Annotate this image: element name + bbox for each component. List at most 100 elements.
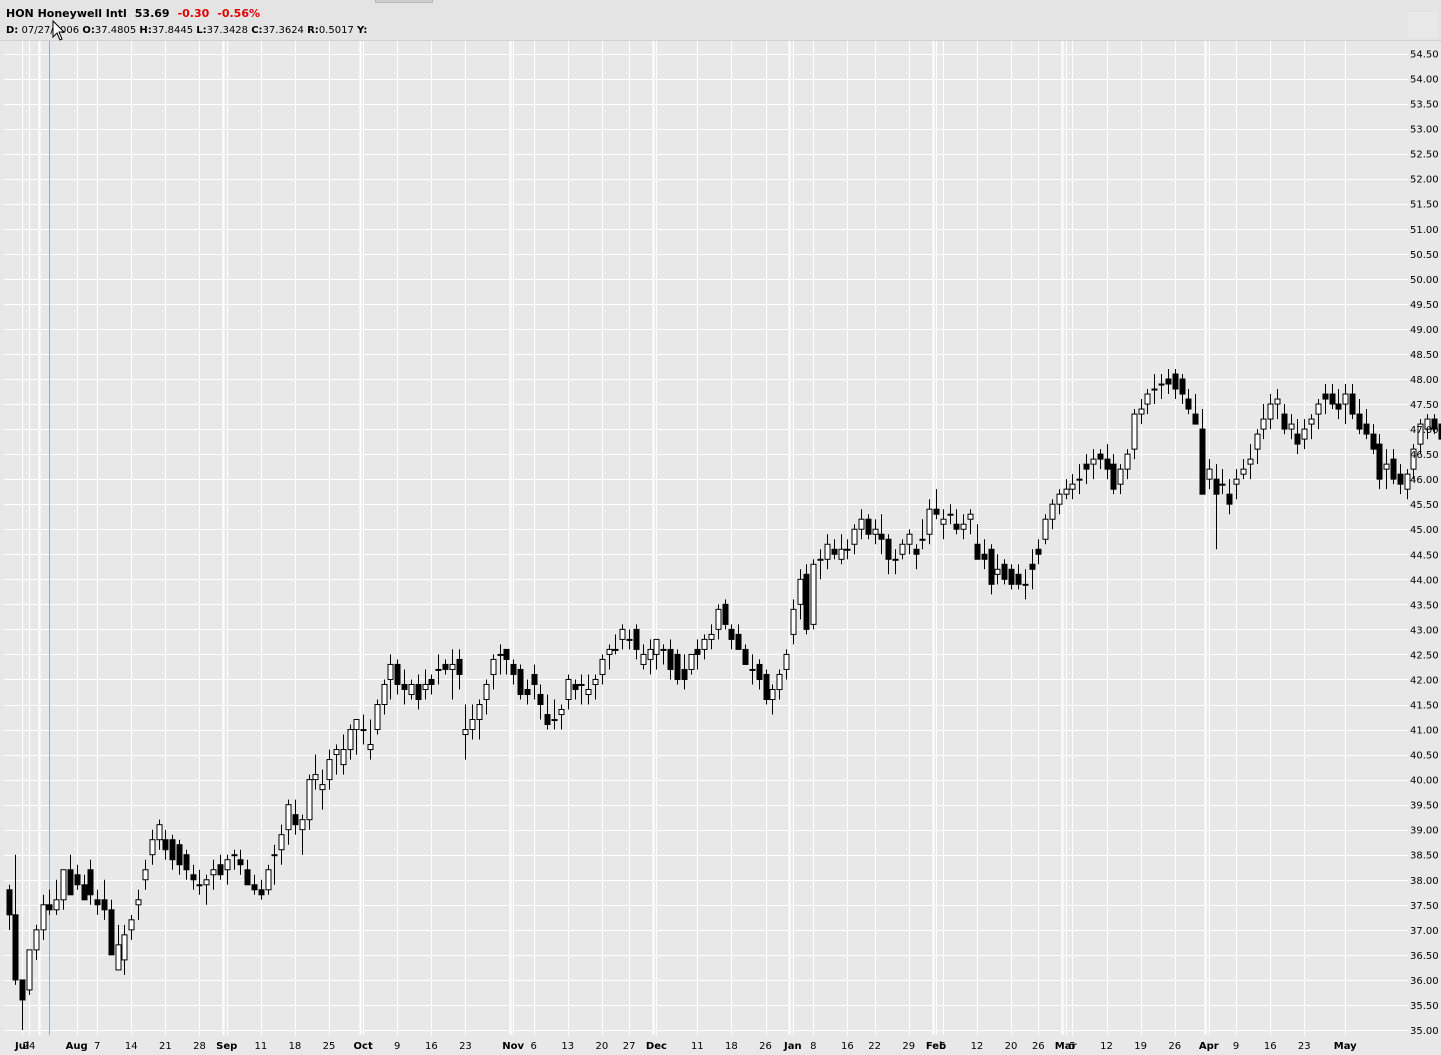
candle-body: [783, 653, 790, 670]
candle-body: [838, 548, 845, 560]
candle-body: [115, 944, 122, 971]
candle-body: [428, 678, 435, 685]
candle-body: [340, 749, 347, 766]
y-tick-label: 35.00: [1410, 1026, 1439, 1037]
y-tick-label: 52.00: [1410, 175, 1439, 186]
candle-body: [1363, 423, 1370, 435]
candle-body: [142, 869, 149, 881]
candle-body: [797, 578, 804, 605]
y-tick-label: 48.50: [1410, 350, 1439, 361]
x-tick-label: 12: [971, 1041, 984, 1052]
candle-body: [708, 633, 715, 640]
y-tick-label: 41.50: [1410, 701, 1439, 712]
candle-body: [1274, 398, 1281, 405]
candle-body: [544, 714, 551, 726]
candle-body: [735, 633, 742, 650]
candle-body: [469, 719, 476, 731]
x-tick-label: 11: [691, 1041, 704, 1052]
candle-body: [12, 914, 19, 981]
candle-body: [1022, 583, 1029, 586]
y-tick-label: 49.00: [1410, 325, 1439, 336]
candle-body: [408, 683, 415, 695]
candle-body: [742, 648, 749, 665]
candle-body: [606, 648, 613, 655]
candle-body: [831, 548, 838, 555]
candle-body: [74, 874, 81, 886]
candle-body: [906, 533, 913, 545]
candle-body: [844, 548, 851, 551]
y-tick-label: 40.00: [1410, 776, 1439, 787]
candle-body: [244, 869, 251, 886]
x-tick-label: 23: [1298, 1041, 1311, 1052]
y-tick-label: 52.50: [1410, 150, 1439, 161]
x-tick-label: 18: [725, 1041, 738, 1052]
plot-area: [4, 41, 1408, 1035]
candle-body: [701, 638, 708, 650]
candle-body: [374, 704, 381, 731]
candle-body: [565, 678, 572, 700]
candle-body: [688, 653, 695, 670]
candle-body: [1151, 388, 1158, 391]
candle-body: [694, 648, 701, 655]
candle-body: [442, 663, 449, 670]
y-tick-label: 49.50: [1410, 300, 1439, 311]
candle-body: [1042, 518, 1049, 540]
candlestick-chart[interactable]: 35.00 35.50 36.00 36.50 37.00 37.50 38.00 38.50…: [0, 0, 1441, 1055]
y-tick-label: 42.00: [1410, 675, 1439, 686]
candle-body: [1110, 463, 1117, 490]
candle-body: [960, 523, 967, 530]
x-tick-label: 5: [940, 1041, 946, 1052]
candle-body: [149, 839, 156, 856]
candle-body: [537, 693, 544, 706]
candle-body: [810, 563, 817, 625]
candle-body: [1260, 418, 1267, 430]
y-tick-label: 38.00: [1410, 876, 1439, 887]
candle-body: [1015, 573, 1022, 585]
y-tick-label: 54.00: [1410, 75, 1439, 86]
candle-body: [681, 668, 688, 680]
candle-body: [551, 719, 558, 722]
candle-body: [53, 899, 60, 911]
candle-body: [1172, 373, 1179, 390]
candle-body: [483, 683, 490, 700]
candle-body: [572, 683, 579, 690]
grid-lines: [4, 41, 1408, 1035]
candle-body: [510, 663, 517, 675]
y-tick-label: 39.50: [1410, 801, 1439, 812]
candle-body: [1138, 408, 1145, 415]
candle-body: [769, 688, 776, 700]
candle-body: [599, 658, 606, 675]
x-tick-label: 20: [1005, 1041, 1018, 1052]
candle-body: [763, 673, 770, 700]
x-tick-label: 7: [94, 1041, 100, 1052]
candle-body: [892, 558, 899, 561]
candle-body: [387, 663, 394, 680]
candle-body: [660, 648, 667, 651]
x-tick-label: 28: [193, 1041, 206, 1052]
y-tick-label: 36.50: [1410, 951, 1439, 962]
x-tick-label: 23: [459, 1041, 472, 1052]
candle-body: [1144, 393, 1151, 405]
candle-body: [435, 668, 442, 671]
y-tick-label: 50.00: [1410, 275, 1439, 286]
candle: [810, 559, 817, 630]
x-tick-label: 26: [1032, 1041, 1045, 1052]
candle-body: [6, 889, 13, 916]
candle-body: [633, 628, 640, 650]
x-tick-label: 5: [1069, 1041, 1075, 1052]
candle-body: [456, 658, 463, 675]
y-tick-label: 39.00: [1410, 826, 1439, 837]
candle-body: [40, 904, 47, 931]
candle-body: [872, 528, 879, 535]
candle-body: [312, 774, 319, 781]
candle: [374, 699, 381, 735]
candle-body: [885, 538, 892, 560]
candle-body: [640, 653, 647, 665]
candle-body: [790, 608, 797, 635]
candle-body: [1233, 478, 1240, 485]
candle-body: [1349, 393, 1356, 415]
mouse-pointer-icon: [52, 20, 66, 41]
x-tick-label: Oct: [354, 1041, 373, 1052]
candle-body: [1342, 393, 1349, 405]
candle-body: [776, 673, 783, 690]
